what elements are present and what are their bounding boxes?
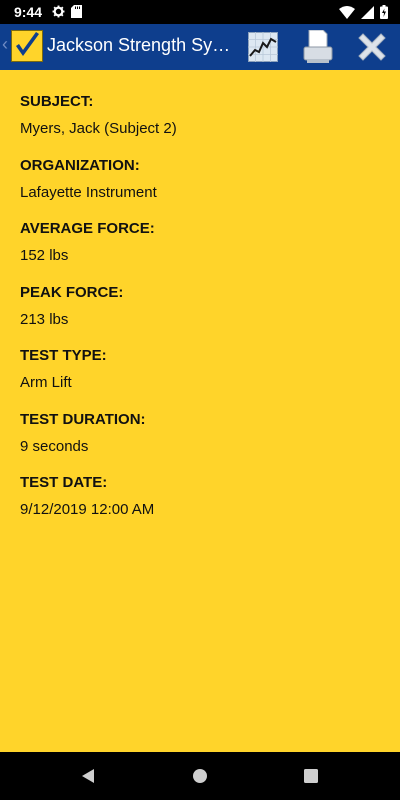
field-test-duration: TEST DURATION: 9 seconds bbox=[20, 410, 380, 474]
close-button[interactable] bbox=[357, 32, 387, 62]
home-circle-icon[interactable] bbox=[193, 769, 207, 783]
back-triangle-icon[interactable] bbox=[80, 768, 96, 784]
field-average-force: AVERAGE FORCE: 152 lbs bbox=[20, 219, 380, 283]
field-value: Lafayette Instrument bbox=[20, 183, 157, 201]
app-title: Jackson Strength System bbox=[47, 35, 231, 55]
status-time: 9:44 bbox=[14, 4, 43, 20]
field-label: TEST TYPE: bbox=[20, 347, 107, 364]
graph-icon bbox=[248, 32, 278, 62]
field-peak-force: PEAK FORCE: 213 lbs bbox=[20, 283, 380, 347]
print-icon bbox=[303, 29, 333, 63]
system-nav-bar bbox=[0, 752, 400, 800]
field-value: 152 lbs bbox=[20, 247, 69, 264]
checkmark-logo-icon bbox=[16, 32, 39, 56]
graph-button[interactable] bbox=[248, 32, 278, 62]
battery-icon bbox=[380, 5, 388, 19]
field-test-date: TEST DATE: 9/12/2019 12:00 AM bbox=[20, 473, 380, 537]
field-value: Arm Lift bbox=[20, 374, 72, 391]
field-value: 9/12/2019 12:00 AM bbox=[20, 501, 155, 518]
wifi-icon bbox=[339, 5, 355, 19]
sd-card-icon bbox=[71, 5, 82, 18]
field-value: Myers, Jack (Subject 2) bbox=[20, 120, 177, 137]
status-right-icons bbox=[339, 5, 388, 19]
field-label: TEST DATE: bbox=[20, 474, 108, 491]
back-chevron-icon[interactable]: ‹ bbox=[2, 34, 8, 55]
app-toolbar: ‹ Jackson Strength System bbox=[0, 24, 400, 70]
field-label: ORGANIZATION: bbox=[20, 156, 140, 174]
field-label: TEST DURATION: bbox=[20, 410, 146, 428]
report-details: SUBJECT: Myers, Jack (Subject 2) ORGANIZ… bbox=[20, 92, 380, 537]
field-label: PEAK FORCE: bbox=[20, 283, 124, 301]
status-bar: 9:44 bbox=[0, 0, 400, 24]
app-logo[interactable] bbox=[11, 30, 43, 62]
field-value: 213 lbs bbox=[20, 310, 69, 328]
field-subject: SUBJECT: Myers, Jack (Subject 2) bbox=[20, 92, 380, 156]
field-test-type: TEST TYPE: Arm Lift bbox=[20, 346, 380, 410]
signal-icon bbox=[361, 5, 374, 19]
status-left-icons bbox=[52, 5, 82, 18]
field-value: 9 seconds bbox=[20, 437, 89, 455]
field-label: AVERAGE FORCE: bbox=[20, 220, 155, 237]
gear-icon bbox=[52, 5, 65, 18]
field-organization: ORGANIZATION: Lafayette Instrument bbox=[20, 156, 380, 220]
close-icon bbox=[358, 33, 386, 61]
print-button[interactable] bbox=[303, 29, 333, 64]
recents-square-icon[interactable] bbox=[304, 769, 318, 783]
field-label: SUBJECT: bbox=[20, 93, 94, 110]
